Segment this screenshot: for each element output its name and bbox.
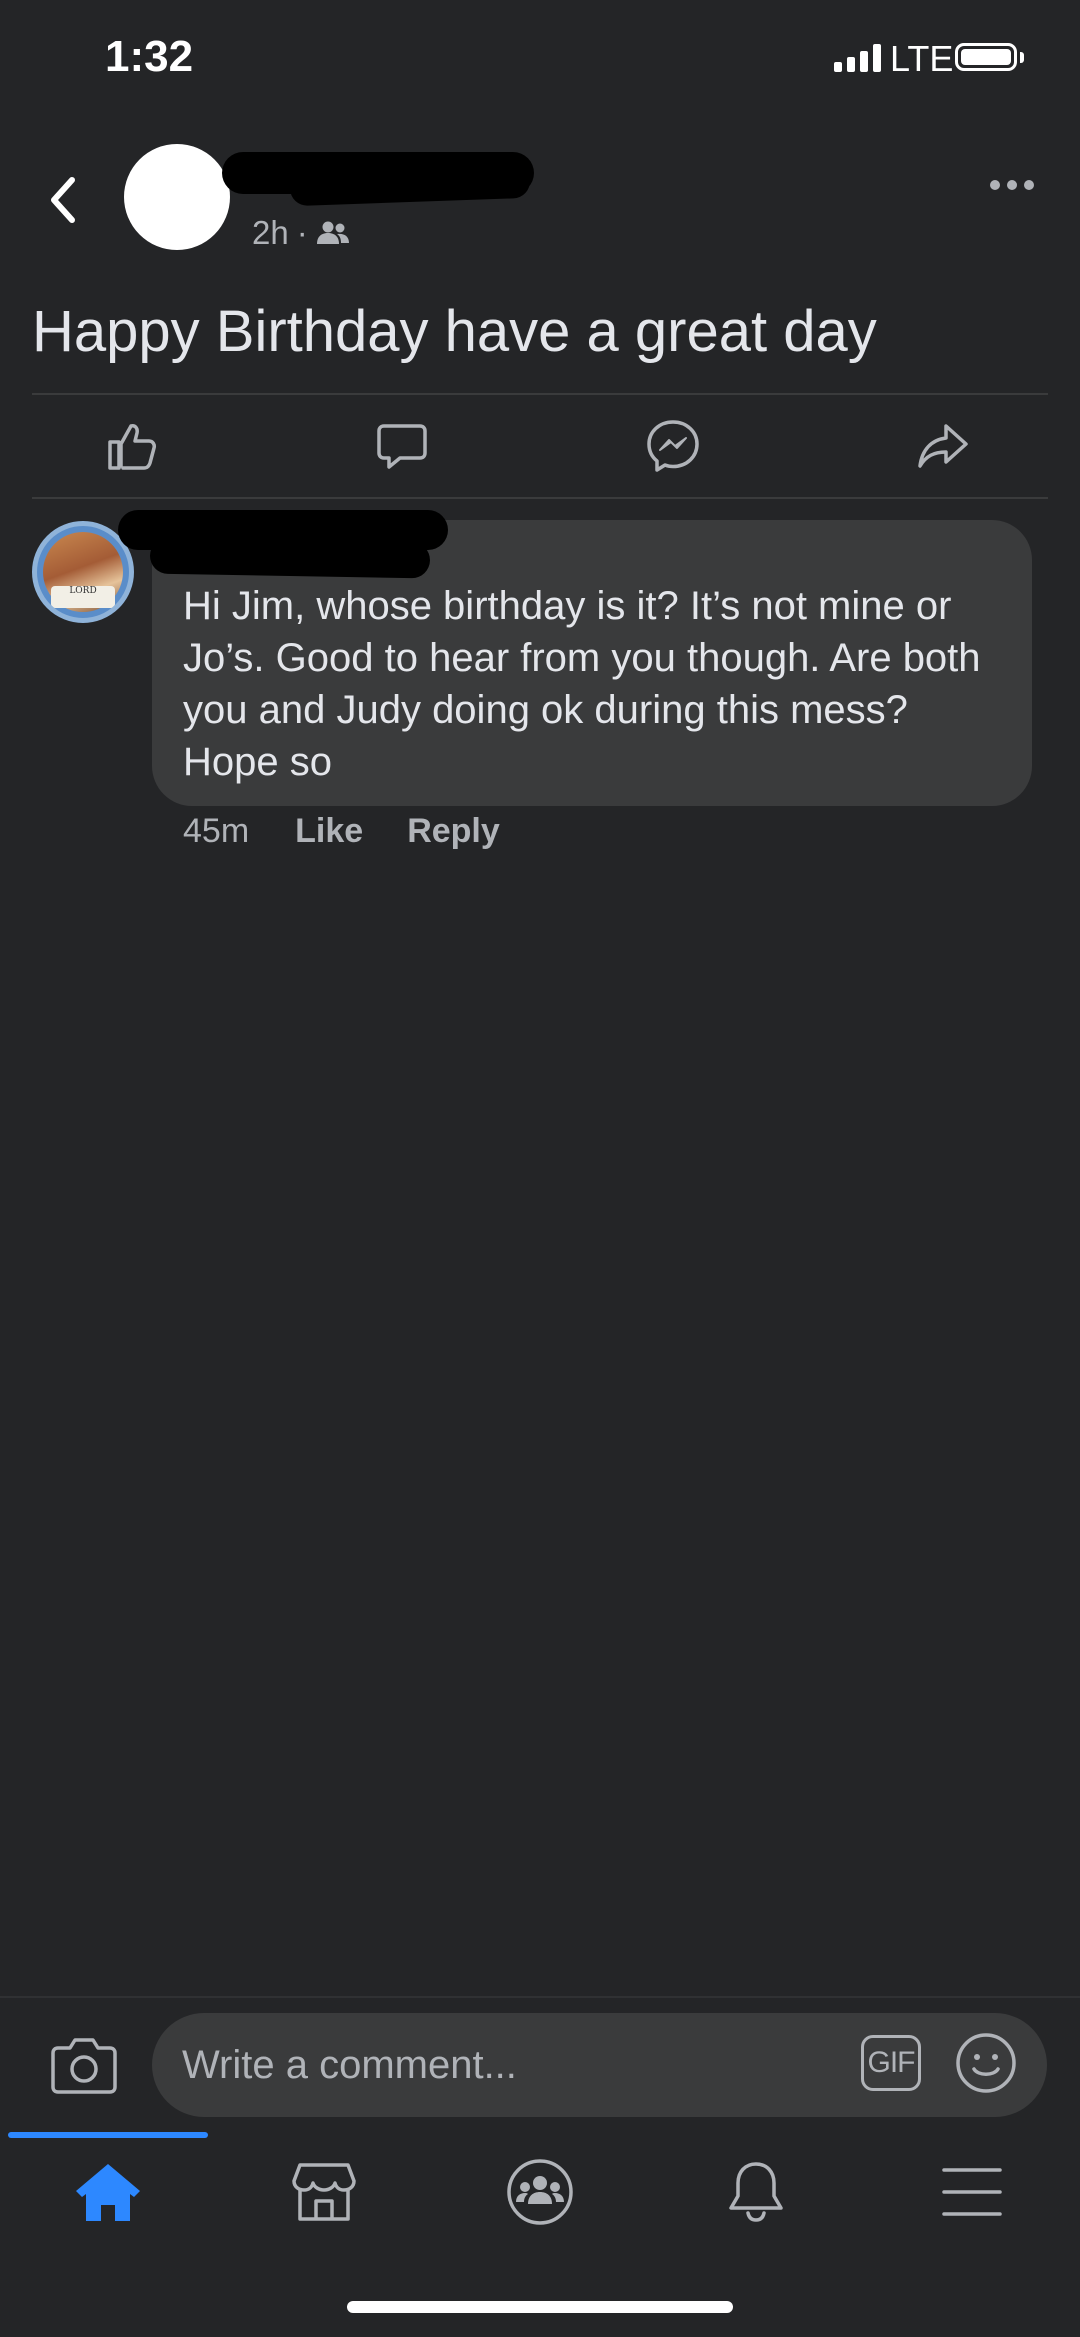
- post-text: Happy Birthday have a great day: [32, 299, 877, 364]
- author-avatar[interactable]: [124, 144, 230, 250]
- signal-icon: [834, 44, 881, 72]
- status-time: 1:32: [105, 32, 194, 81]
- comment-time: 45m: [183, 812, 250, 850]
- camera-button[interactable]: [50, 2034, 118, 2096]
- like-button[interactable]: [102, 416, 162, 476]
- comment-icon: [377, 424, 427, 469]
- home-icon: [76, 2164, 140, 2221]
- active-tab-indicator: [8, 2132, 208, 2138]
- dot: [1007, 180, 1017, 190]
- menu-icon: [942, 2168, 1002, 2216]
- tab-menu[interactable]: [922, 2152, 1022, 2232]
- dot: [990, 180, 1000, 190]
- gif-button[interactable]: GIF: [861, 2035, 921, 2091]
- thumbs-up-icon: [108, 424, 156, 470]
- home-indicator: [347, 2301, 733, 2313]
- messenger-icon: [647, 420, 699, 472]
- tab-marketplace[interactable]: [274, 2152, 374, 2232]
- comment-footer: 45m Like Reply: [183, 812, 544, 851]
- emoji-icon: [956, 2033, 1016, 2093]
- camera-icon: [51, 2038, 117, 2094]
- back-button[interactable]: [40, 170, 88, 230]
- comment-reply-link[interactable]: Reply: [407, 812, 500, 851]
- comment-button[interactable]: [372, 416, 432, 476]
- battery-tip: [1020, 52, 1024, 63]
- divider: [32, 393, 1048, 395]
- bell-icon: [729, 2162, 783, 2222]
- post-meta: 2h ·: [252, 214, 350, 252]
- network-label: LTE: [890, 38, 954, 79]
- author-name-redacted: [289, 163, 531, 207]
- share-icon: [918, 424, 968, 468]
- dot: [1024, 180, 1034, 190]
- more-button[interactable]: [990, 180, 1034, 190]
- tab-groups[interactable]: [490, 2152, 590, 2232]
- meta-separator: ·: [296, 214, 308, 251]
- commenter-name-redacted: [149, 537, 431, 579]
- battery-icon: [955, 43, 1017, 71]
- post-time: 2h: [252, 214, 289, 251]
- groups-icon: [507, 2159, 573, 2225]
- divider: [32, 497, 1048, 499]
- comment-text: Hi Jim, whose birthday is it? It’s not m…: [183, 584, 981, 784]
- comment-like-link[interactable]: Like: [295, 812, 363, 851]
- avatar-badge-text: LORD: [51, 586, 115, 608]
- tab-notifications[interactable]: [706, 2152, 806, 2232]
- tab-home[interactable]: [58, 2152, 158, 2232]
- chevron-left-icon: [51, 177, 75, 223]
- emoji-button[interactable]: [954, 2031, 1018, 2095]
- send-messenger-button[interactable]: [643, 416, 703, 476]
- marketplace-icon: [292, 2163, 356, 2221]
- share-button[interactable]: [913, 416, 973, 476]
- friends-icon: [316, 221, 349, 244]
